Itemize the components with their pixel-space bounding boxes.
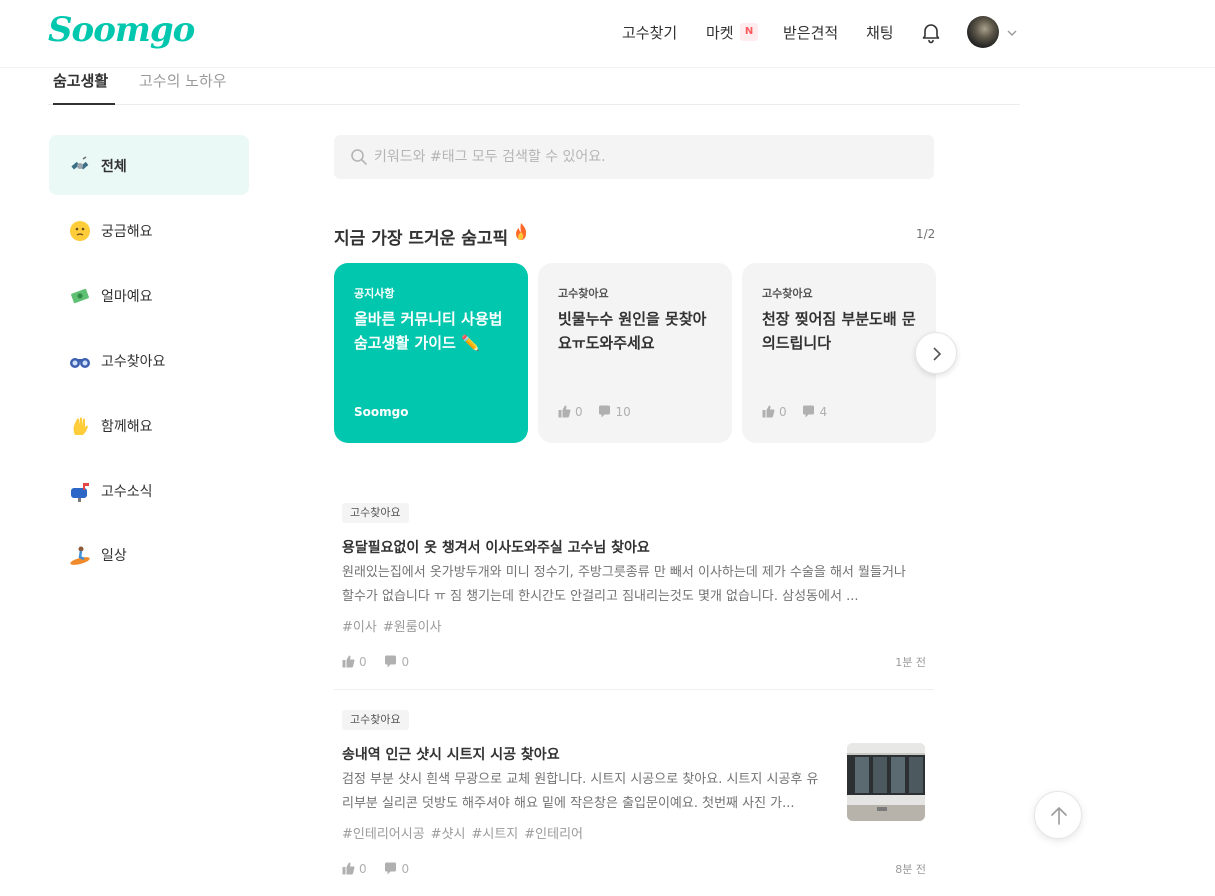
comment-icon — [599, 405, 611, 418]
post-body: 원래있는집에서 옷가방두개와 미니 정수기, 주방그릇종류 만 빼서 이사하는데… — [342, 565, 906, 604]
post-time: 1분 전 — [895, 656, 926, 669]
like-count: 0 — [359, 862, 367, 876]
like-count: 0 — [359, 655, 367, 669]
card-category: 공지사항 — [354, 287, 395, 300]
carousel-next-button[interactable] — [915, 332, 957, 374]
card-title: 천장 찢어짐 부분도배 문의드립니다 — [762, 310, 916, 352]
thumbs-up-icon — [762, 405, 775, 418]
hot-card[interactable]: 고수찾아요 천장 찢어짐 부분도배 문의드립니다 0 4 — [742, 263, 936, 443]
post-list-item[interactable]: 고수찾아요 송내역 인근 샷시 시트지 시공 찾아요 검정 부분 샷시 흰색 무… — [334, 710, 934, 896]
thinking-face-icon — [69, 220, 91, 242]
satellite-icon — [69, 155, 91, 177]
sidebar-item-label: 고수소식 — [101, 484, 153, 500]
top-header: Soomgo 고수찾기 마켓 N 받은견적 채팅 — [0, 0, 1215, 68]
sidebar-item-together[interactable]: 함께해요 — [49, 395, 249, 455]
card-stats: 0 4 — [762, 405, 839, 419]
fire-icon — [512, 222, 530, 247]
waving-hand-icon — [69, 415, 91, 437]
arrow-up-icon — [1051, 806, 1067, 825]
tab-soomgo-life[interactable]: 숨고생활 — [53, 70, 115, 105]
post-time: 8분 전 — [895, 863, 926, 876]
tag[interactable]: #인테리어시공 — [342, 827, 425, 842]
post-thumbnail[interactable] — [847, 743, 925, 821]
post-category-badge: 고수찾아요 — [342, 710, 409, 730]
post-tags: #인테리어시공 #샷시 #시트지 #인테리어 — [342, 823, 589, 842]
carousel-page-indicator: 1/2 — [916, 227, 936, 241]
tag[interactable]: #시트지 — [471, 827, 518, 842]
sidebar-item-label: 고수찾아요 — [101, 354, 166, 370]
money-icon — [69, 285, 91, 307]
sidebar-item-label: 함께해요 — [101, 419, 153, 435]
post-category-badge: 고수찾아요 — [342, 503, 409, 523]
like-count: 0 — [575, 405, 583, 419]
sidebar-item-pro-news[interactable]: 고수소식 — [49, 460, 249, 520]
sidebar-item-curious[interactable]: 궁금해요 — [49, 200, 249, 260]
card-title: 빗물누수 원인을 못찾아요ㅠ도와주세요 — [558, 310, 707, 352]
mailbox-icon — [69, 480, 91, 502]
sidebar-item-find-pro[interactable]: 고수찾아요 — [49, 330, 249, 390]
comment-count: 0 — [401, 655, 410, 669]
search-bar — [334, 135, 934, 179]
comment-icon — [385, 655, 397, 668]
comment-count: 0 — [401, 862, 410, 876]
scroll-to-top-button[interactable] — [1034, 791, 1082, 839]
card-brand: Soomgo — [354, 405, 409, 419]
thumbs-up-icon — [558, 405, 571, 418]
tag[interactable]: #인테리어 — [524, 827, 583, 842]
like-count: 0 — [779, 405, 787, 419]
card-category: 고수찾아요 — [762, 287, 813, 300]
tag[interactable]: #이사 — [342, 620, 377, 635]
sidebar-item-label: 일상 — [101, 548, 127, 564]
bell-icon[interactable] — [919, 20, 943, 44]
binoculars-icon — [69, 350, 91, 372]
post-title: 송내역 인근 샷시 시트지 시공 찾아요 — [342, 747, 560, 763]
post-title: 용달필요없이 옷 챙겨서 이사도와주실 고수님 찾아요 — [342, 540, 650, 556]
surfer-icon — [69, 544, 91, 566]
nav-chat[interactable]: 채팅 — [866, 22, 894, 43]
sidebar-item-label: 궁금해요 — [101, 224, 153, 240]
chevron-right-icon — [933, 347, 942, 361]
tag[interactable]: #원룸이사 — [383, 620, 442, 635]
post-stats: 0 0 — [342, 862, 423, 876]
comment-icon — [385, 862, 397, 875]
post-list-item[interactable]: 고수찾아요 용달필요없이 옷 챙겨서 이사도와주실 고수님 찾아요 원래있는집에… — [334, 503, 934, 690]
post-tags: #이사 #원룸이사 — [342, 616, 448, 635]
hot-card-notice[interactable]: 공지사항 올바른 커뮤니티 사용법 숨고생활 가이드 ✏️ Soomgo — [334, 263, 528, 443]
hot-topics-title: 지금 가장 뜨거운 숨고픽 — [334, 229, 509, 249]
post-body: 검정 부분 샷시 흰색 무광으로 교체 원합니다. 시트지 시공으로 찾아요. … — [342, 772, 819, 811]
sidebar-item-label: 얼마예요 — [101, 289, 153, 305]
nav-received-quotes[interactable]: 받은견적 — [783, 22, 838, 43]
card-category: 고수찾아요 — [558, 287, 609, 300]
nav-find-pro[interactable]: 고수찾기 — [622, 22, 677, 43]
sidebar-item-how-much[interactable]: 얼마예요 — [49, 265, 249, 325]
card-stats: 0 10 — [558, 405, 643, 419]
sidebar-item-daily[interactable]: 일상 — [49, 524, 249, 584]
tag[interactable]: #샷시 — [431, 827, 466, 842]
nav-market[interactable]: 마켓 — [706, 22, 734, 43]
soomgo-logo[interactable]: Soomgo — [48, 10, 195, 50]
comment-count: 4 — [819, 405, 828, 419]
avatar[interactable] — [967, 16, 999, 48]
comment-count: 10 — [615, 405, 631, 419]
thumbs-up-icon — [342, 655, 355, 668]
tab-pro-knowhow[interactable]: 고수의 노하우 — [139, 70, 227, 105]
sidebar-item-label: 전체 — [101, 159, 127, 175]
comment-icon — [803, 405, 815, 418]
post-stats: 0 0 — [342, 655, 423, 669]
community-tabs: 숨고생활 고수의 노하우 — [48, 68, 1020, 105]
hot-card[interactable]: 고수찾아요 빗물누수 원인을 못찾아요ㅠ도와주세요 0 10 — [538, 263, 732, 443]
search-input[interactable] — [374, 135, 914, 179]
sidebar-item-all[interactable]: 전체 — [49, 135, 249, 195]
search-icon — [350, 148, 368, 166]
thumbs-up-icon — [342, 862, 355, 875]
new-badge: N — [740, 23, 758, 41]
card-title: 올바른 커뮤니티 사용법 숨고생활 가이드 ✏️ — [354, 310, 503, 352]
chevron-down-icon[interactable] — [1006, 24, 1018, 36]
